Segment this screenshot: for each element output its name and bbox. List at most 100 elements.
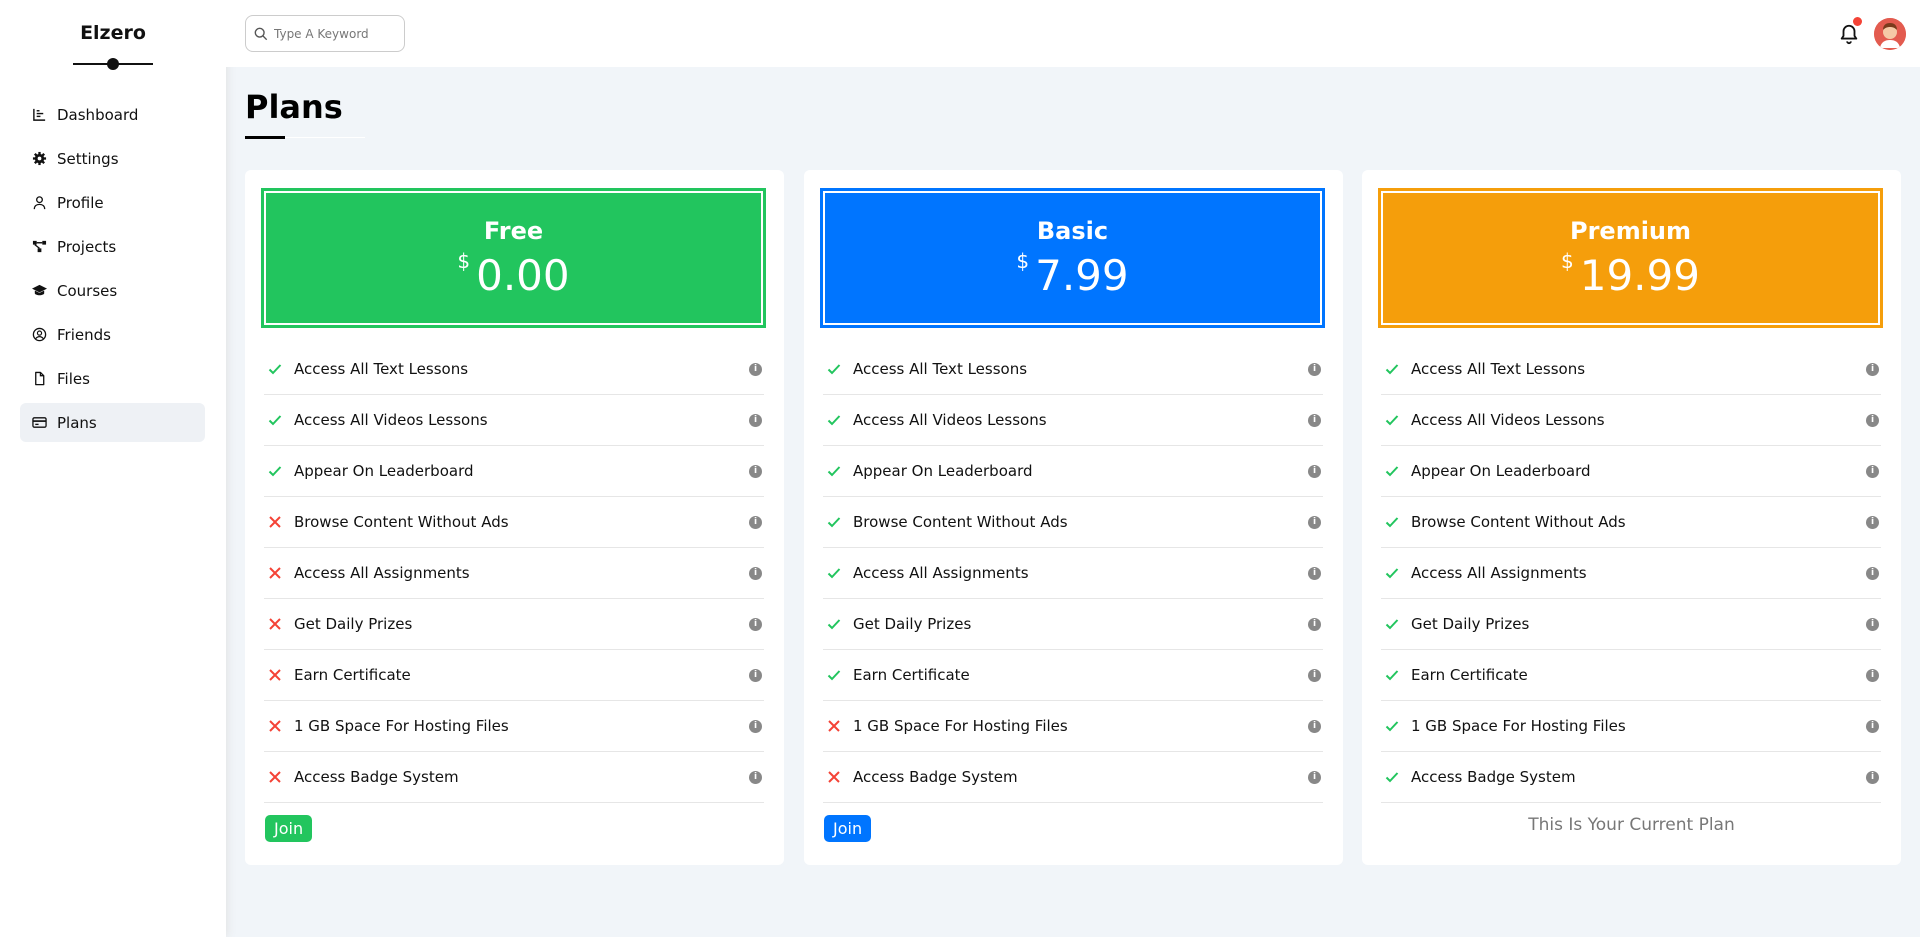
sidebar-item-files[interactable]: Files <box>20 359 205 398</box>
plan-name: Premium <box>1569 217 1692 245</box>
sidebar-item-label: Plans <box>57 413 97 432</box>
plan-header: Basic $7.99 <box>820 188 1325 328</box>
plan-header: Premium $19.99 <box>1378 188 1883 328</box>
sidebar-item-profile[interactable]: Profile <box>20 183 205 222</box>
check-icon <box>827 413 845 427</box>
info-icon[interactable]: i <box>1308 720 1321 733</box>
feature-label: Access All Videos Lessons <box>294 411 488 429</box>
feature-item: Browse Content Without Ads i <box>264 497 764 548</box>
info-icon[interactable]: i <box>1308 669 1321 682</box>
plan-price: $0.00 <box>266 249 761 300</box>
check-icon <box>827 566 845 580</box>
check-icon <box>1385 413 1403 427</box>
feature-label: Earn Certificate <box>853 666 970 684</box>
avatar[interactable] <box>1874 18 1906 50</box>
info-icon[interactable]: i <box>1866 363 1879 376</box>
currency-symbol: $ <box>1561 249 1574 273</box>
check-icon <box>268 362 286 376</box>
check-icon <box>1385 770 1403 784</box>
feature-label: Appear On Leaderboard <box>1411 462 1591 480</box>
check-icon <box>827 617 845 631</box>
plan-name: Basic <box>1036 217 1109 245</box>
join-button[interactable]: Join <box>824 815 872 842</box>
info-icon[interactable]: i <box>1308 771 1321 784</box>
join-button[interactable]: Join <box>265 815 313 842</box>
sidebar-item-plans[interactable]: Plans <box>20 403 205 442</box>
info-icon[interactable]: i <box>1308 618 1321 631</box>
info-icon[interactable]: i <box>1308 363 1321 376</box>
feature-item: Get Daily Prizes i <box>1381 599 1881 650</box>
plan-card-free: Free $0.00 Access All Text Lessons i Access … <box>245 170 784 865</box>
sidebar-item-settings[interactable]: Settings <box>20 139 205 178</box>
graduation-cap-icon <box>31 283 47 299</box>
check-icon <box>1385 464 1403 478</box>
info-icon[interactable]: i <box>1308 414 1321 427</box>
sidebar-item-friends[interactable]: Friends <box>20 315 205 354</box>
cross-icon <box>827 770 845 784</box>
feature-list: Access All Text Lessons i Access All Video… <box>264 344 764 803</box>
sidebar-item-projects[interactable]: Projects <box>20 227 205 266</box>
feature-label: 1 GB Space For Hosting Files <box>1411 717 1626 735</box>
feature-item: Access All Videos Lessons i <box>823 395 1323 446</box>
title-underline <box>245 136 365 139</box>
info-icon[interactable]: i <box>749 669 762 682</box>
info-icon[interactable]: i <box>749 363 762 376</box>
info-icon[interactable]: i <box>1866 669 1879 682</box>
user-circle-icon <box>31 327 47 343</box>
feature-label: Access All Assignments <box>1411 564 1587 582</box>
notifications-button[interactable] <box>1838 17 1862 46</box>
feature-item: 1 GB Space For Hosting Files i <box>823 701 1323 752</box>
feature-label: Access All Assignments <box>853 564 1029 582</box>
sidebar-item-label: Friends <box>57 325 111 344</box>
info-icon[interactable]: i <box>1308 465 1321 478</box>
cross-icon <box>268 617 286 631</box>
info-icon[interactable]: i <box>1308 516 1321 529</box>
diagram-icon <box>31 239 47 255</box>
info-icon[interactable]: i <box>749 720 762 733</box>
info-icon[interactable]: i <box>1866 465 1879 478</box>
check-icon <box>268 464 286 478</box>
check-icon <box>1385 515 1403 529</box>
info-icon[interactable]: i <box>749 414 762 427</box>
check-icon <box>1385 566 1403 580</box>
user-icon <box>31 195 47 211</box>
check-icon <box>1385 668 1403 682</box>
info-icon[interactable]: i <box>749 771 762 784</box>
search-input[interactable] <box>274 26 394 41</box>
sidebar: Elzero Dashboard Settings Profile Projects C… <box>0 0 226 937</box>
info-icon[interactable]: i <box>1866 516 1879 529</box>
brand-decoration <box>73 58 153 70</box>
feature-item: Access All Text Lessons i <box>823 344 1323 395</box>
info-icon[interactable]: i <box>749 516 762 529</box>
feature-label: 1 GB Space For Hosting Files <box>853 717 1068 735</box>
feature-item: 1 GB Space For Hosting Files i <box>264 701 764 752</box>
info-icon[interactable]: i <box>749 567 762 580</box>
current-plan-label: This Is Your Current Plan <box>1528 815 1735 835</box>
search-icon <box>254 27 268 40</box>
check-icon <box>827 464 845 478</box>
info-icon[interactable]: i <box>749 618 762 631</box>
feature-label: Access All Videos Lessons <box>853 411 1047 429</box>
info-icon[interactable]: i <box>1308 567 1321 580</box>
info-icon[interactable]: i <box>1866 771 1879 784</box>
info-icon[interactable]: i <box>1866 618 1879 631</box>
brand-title: Elzero <box>80 22 146 44</box>
notification-dot <box>1853 17 1862 26</box>
info-icon[interactable]: i <box>749 465 762 478</box>
info-icon[interactable]: i <box>1866 567 1879 580</box>
plan-name: Free <box>483 217 544 245</box>
feature-label: Get Daily Prizes <box>294 615 413 633</box>
info-icon[interactable]: i <box>1866 414 1879 427</box>
check-icon <box>1385 362 1403 376</box>
info-icon[interactable]: i <box>1866 720 1879 733</box>
feature-label: Access Badge System <box>294 768 459 786</box>
sidebar-item-courses[interactable]: Courses <box>20 271 205 310</box>
sidebar-item-label: Dashboard <box>57 105 139 124</box>
feature-label: Browse Content Without Ads <box>294 513 509 531</box>
feature-item: Appear On Leaderboard i <box>823 446 1323 497</box>
feature-label: Access All Videos Lessons <box>1411 411 1605 429</box>
sidebar-item-dashboard[interactable]: Dashboard <box>20 95 205 134</box>
feature-item: 1 GB Space For Hosting Files i <box>1381 701 1881 752</box>
search-box[interactable] <box>245 15 405 52</box>
gear-icon <box>31 151 47 167</box>
